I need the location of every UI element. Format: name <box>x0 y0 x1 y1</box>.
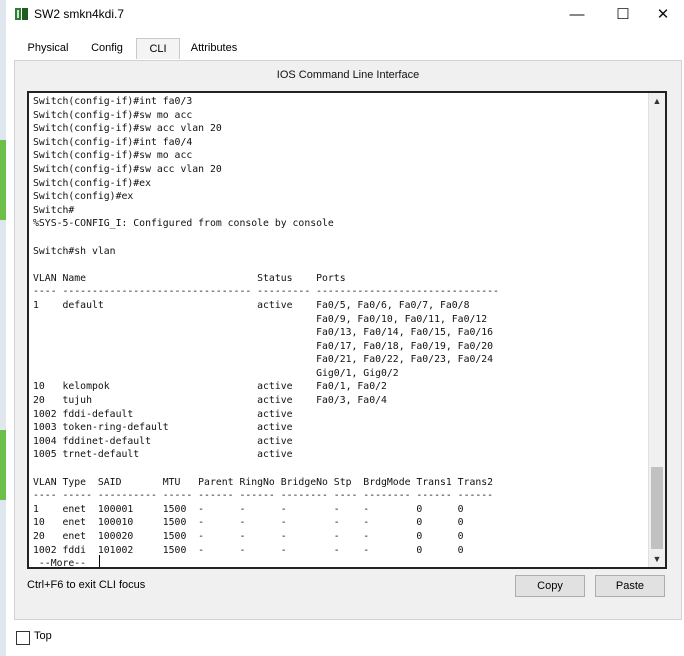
close-button[interactable]: ✕ <box>640 0 684 30</box>
copy-button[interactable]: Copy <box>515 575 585 597</box>
background-window-edge <box>0 0 6 656</box>
cli-panel-title: IOS Command Line Interface <box>276 69 420 81</box>
title-bar[interactable]: SW2 smkn4kdi.7 — ☐ ✕ <box>6 0 684 30</box>
tab-label: CLI <box>149 43 167 55</box>
desktop-green-block <box>0 430 6 500</box>
cli-output: Switch(config-if)#int fa0/3 Switch(confi… <box>33 96 499 569</box>
tab-config[interactable]: Config <box>82 38 132 58</box>
window-title: SW2 smkn4kdi.7 <box>34 7 125 21</box>
minimize-button[interactable]: — <box>554 0 600 30</box>
cli-panel: IOS Command Line Interface Switch(config… <box>14 60 682 620</box>
cli-terminal[interactable]: Switch(config-if)#int fa0/3 Switch(confi… <box>27 91 667 569</box>
focus-hint: Ctrl+F6 to exit CLI focus <box>27 579 146 591</box>
tab-physical[interactable]: Physical <box>18 38 78 58</box>
scrollbar-thumb[interactable] <box>651 467 663 549</box>
tab-cli[interactable]: CLI <box>136 38 180 62</box>
text-cursor <box>99 555 100 567</box>
tab-label: Config <box>91 42 123 54</box>
app-icon <box>15 8 28 20</box>
top-label: Top <box>34 630 52 642</box>
vertical-scrollbar[interactable]: ▲ ▼ <box>648 93 665 567</box>
paste-button[interactable]: Paste <box>595 575 665 597</box>
scroll-down-arrow-icon[interactable]: ▼ <box>649 551 665 567</box>
desktop-green-block <box>0 140 6 220</box>
scroll-up-arrow-icon[interactable]: ▲ <box>649 93 665 109</box>
tab-attributes[interactable]: Attributes <box>182 38 246 58</box>
top-checkbox[interactable] <box>16 631 30 645</box>
tab-label: Physical <box>27 42 69 54</box>
tab-label: Attributes <box>190 42 238 54</box>
